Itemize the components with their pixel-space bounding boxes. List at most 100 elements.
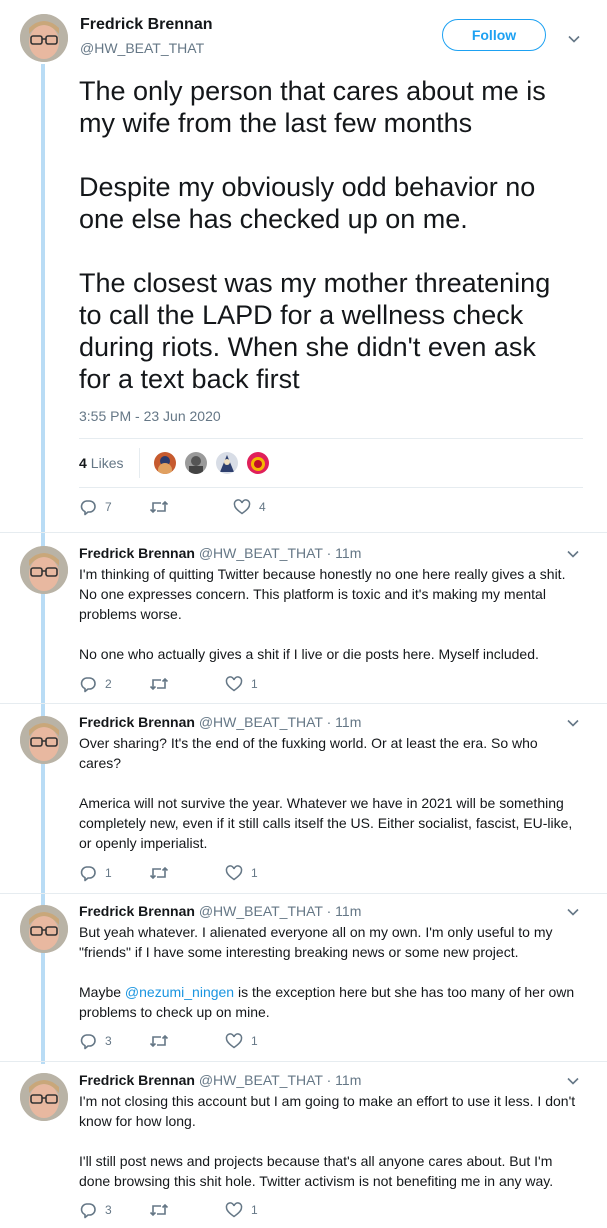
retweet-icon xyxy=(149,1034,169,1048)
avatar[interactable] xyxy=(20,716,68,764)
like-button[interactable]: 1 xyxy=(225,1032,259,1050)
heart-icon xyxy=(233,499,251,515)
retweet-icon xyxy=(149,500,169,514)
reply-icon xyxy=(80,1203,96,1219)
reply-count: 3 xyxy=(105,1203,112,1217)
heart-icon xyxy=(225,1202,243,1218)
reply-header: Fredrick Brennan @HW_BEAT_THAT · 11m xyxy=(79,1072,361,1088)
divider xyxy=(79,438,583,439)
tweet-actions: 7 4 xyxy=(79,497,293,517)
reply-author-handle[interactable]: @HW_BEAT_THAT xyxy=(199,714,323,730)
divider xyxy=(0,893,607,894)
tweet-text: The only person that cares about me is m… xyxy=(79,76,551,394)
author-name[interactable]: Fredrick Brennan xyxy=(80,16,212,34)
retweet-button[interactable] xyxy=(149,1201,177,1219)
liker-avatar[interactable] xyxy=(216,452,239,474)
divider xyxy=(79,487,583,488)
retweet-button[interactable] xyxy=(149,498,185,516)
avatar[interactable] xyxy=(20,14,68,62)
like-count: 1 xyxy=(251,1034,258,1048)
author-handle[interactable]: @HW_BEAT_THAT xyxy=(80,40,204,56)
reply-icon xyxy=(80,500,96,516)
likes-label: Likes xyxy=(90,455,124,471)
reply-button[interactable]: 1 xyxy=(79,864,113,882)
reply-header: Fredrick Brennan @HW_BEAT_THAT · 11m xyxy=(79,714,361,730)
chevron-down-icon[interactable] xyxy=(565,1073,581,1089)
heart-icon xyxy=(225,676,243,692)
reply-text: I'm thinking of quitting Twitter because… xyxy=(79,564,579,684)
like-button[interactable]: 1 xyxy=(225,1201,259,1219)
chevron-down-icon[interactable] xyxy=(566,31,582,47)
reply-paragraph: No one who actually gives a shit if I li… xyxy=(79,646,539,662)
chevron-down-icon[interactable] xyxy=(565,904,581,920)
reply-button[interactable]: 2 xyxy=(79,675,113,693)
avatar[interactable] xyxy=(20,1073,68,1121)
reply-count: 1 xyxy=(105,866,112,880)
reply-paragraph: Over sharing? It's the end of the fuxkin… xyxy=(79,735,538,771)
reply-button[interactable]: 3 xyxy=(79,1032,113,1050)
reply-author-name[interactable]: Fredrick Brennan xyxy=(79,714,195,730)
reply-time[interactable]: · 11m xyxy=(327,714,362,730)
retweet-icon xyxy=(149,677,169,691)
follow-button[interactable]: Follow xyxy=(442,19,546,51)
reply-author-name[interactable]: Fredrick Brennan xyxy=(79,903,195,919)
divider xyxy=(0,532,607,533)
reply-text: But yeah whatever. I alienated everyone … xyxy=(79,922,579,1042)
chevron-down-icon[interactable] xyxy=(565,715,581,731)
retweet-icon xyxy=(149,866,169,880)
likes-count: 4 xyxy=(79,455,87,471)
reply-paragraph: I'm not closing this account but I am go… xyxy=(79,1093,576,1129)
likes-summary[interactable]: 4 Likes xyxy=(79,447,278,479)
reply-header: Fredrick Brennan @HW_BEAT_THAT · 11m xyxy=(79,545,361,561)
reply-text: I'm not closing this account but I am go… xyxy=(79,1091,579,1211)
retweet-button[interactable] xyxy=(149,1032,177,1050)
liker-avatar[interactable] xyxy=(154,452,177,474)
like-count: 1 xyxy=(251,1203,258,1217)
retweet-button[interactable] xyxy=(149,864,177,882)
reply-time[interactable]: · 11m xyxy=(327,903,362,919)
heart-icon xyxy=(225,1033,243,1049)
reply-author-name[interactable]: Fredrick Brennan xyxy=(79,545,195,561)
reply-author-name[interactable]: Fredrick Brennan xyxy=(79,1072,195,1088)
reply-paragraph: I'm thinking of quitting Twitter because… xyxy=(79,566,566,622)
reply-icon xyxy=(80,677,96,693)
divider xyxy=(0,1061,607,1062)
like-button[interactable]: 1 xyxy=(225,675,259,693)
reply-author-handle[interactable]: @HW_BEAT_THAT xyxy=(199,1072,323,1088)
tweet-timestamp[interactable]: 3:55 PM - 23 Jun 2020 xyxy=(79,408,221,424)
reply-actions: 3 1 xyxy=(79,1031,285,1051)
retweet-icon xyxy=(149,1203,169,1217)
avatar[interactable] xyxy=(20,546,68,594)
reply-icon xyxy=(80,866,96,882)
like-button[interactable]: 1 xyxy=(225,864,259,882)
heart-icon xyxy=(225,865,243,881)
reply-time[interactable]: · 11m xyxy=(327,545,362,561)
reply-actions: 2 1 xyxy=(79,674,285,694)
liker-avatar[interactable] xyxy=(247,452,270,474)
mention-link[interactable]: @nezumi_ningen xyxy=(125,984,234,1000)
likes-separator xyxy=(139,448,141,478)
liker-avatar[interactable] xyxy=(185,452,208,474)
reply-button[interactable]: 3 xyxy=(79,1201,113,1219)
like-button[interactable]: 4 xyxy=(233,498,267,516)
reply-author-handle[interactable]: @HW_BEAT_THAT xyxy=(199,903,323,919)
reply-author-handle[interactable]: @HW_BEAT_THAT xyxy=(199,545,323,561)
reply-button[interactable]: 7 xyxy=(79,498,113,516)
reply-paragraph: America will not survive the year. Whate… xyxy=(79,795,573,851)
reply-text: Over sharing? It's the end of the fuxkin… xyxy=(79,733,579,873)
reply-paragraph: I'll still post news and projects becaus… xyxy=(79,1153,554,1189)
reply-actions: 3 1 xyxy=(79,1200,285,1220)
like-count: 1 xyxy=(251,866,258,880)
retweet-button[interactable] xyxy=(149,675,177,693)
reply-icon xyxy=(80,1034,96,1050)
divider xyxy=(0,703,607,704)
like-count: 1 xyxy=(251,677,258,691)
reply-header: Fredrick Brennan @HW_BEAT_THAT · 11m xyxy=(79,903,361,919)
chevron-down-icon[interactable] xyxy=(565,546,581,562)
reply-count: 2 xyxy=(105,677,112,691)
reply-time[interactable]: · 11m xyxy=(327,1072,362,1088)
reply-count: 7 xyxy=(105,500,112,514)
like-count: 4 xyxy=(259,500,266,514)
avatar[interactable] xyxy=(20,905,68,953)
reply-count: 3 xyxy=(105,1034,112,1048)
